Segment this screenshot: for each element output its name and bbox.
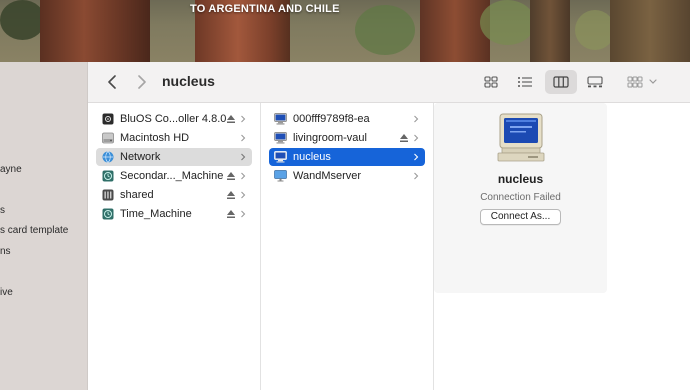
chevron-left-icon (108, 75, 116, 89)
item-label: nucleus (293, 151, 331, 163)
computer-icon (274, 151, 287, 164)
list-item-secondary-machine[interactable]: Secondar..._Machine (96, 167, 252, 185)
item-label: shared (120, 189, 154, 201)
chevron-right-icon (414, 115, 419, 123)
connection-status: Connection Failed (480, 192, 561, 203)
eject-icon[interactable] (226, 171, 236, 181)
list-icon (518, 77, 532, 87)
item-label: Time_Machine (120, 208, 192, 220)
item-label: WandMserver (293, 170, 362, 182)
chevron-right-icon (241, 153, 246, 161)
item-label: Secondar..._Machine (120, 170, 224, 182)
preview-pane: nucleus Connection Failed Connect As... (434, 103, 607, 293)
chevron-right-icon (241, 115, 246, 123)
chevron-right-icon (241, 210, 246, 218)
time-machine-icon (101, 170, 114, 183)
item-label: Network (120, 151, 161, 163)
eject-icon[interactable] (226, 190, 236, 200)
eject-icon[interactable] (226, 209, 236, 219)
group-grid-icon (627, 76, 642, 88)
eject-icon[interactable] (399, 133, 409, 143)
chevron-right-icon (414, 153, 419, 161)
chevron-right-icon (241, 134, 246, 142)
column-browser: BluOS Co...oller 4.8.0 Macintosh HD Netw… (88, 103, 690, 390)
sidebar-item-4[interactable]: ns (0, 246, 11, 257)
monitor-icon (274, 170, 287, 183)
finder-window: ayne s s card template ns ive nucleus Bl… (0, 62, 690, 390)
list-item-macintosh-hd[interactable]: Macintosh HD (96, 129, 252, 147)
item-label: 000fff9789f8-ea (293, 113, 370, 125)
list-item-network[interactable]: Network (96, 148, 252, 166)
list-item-time-machine[interactable]: Time_Machine (96, 205, 252, 223)
gallery-icon (587, 76, 603, 88)
hard-drive-icon (101, 132, 114, 145)
chevron-right-icon (241, 191, 246, 199)
grid-icon (484, 76, 498, 88)
gallery-view-button[interactable] (582, 70, 608, 94)
time-machine-icon (101, 208, 114, 221)
forward-button[interactable] (132, 72, 152, 92)
back-button[interactable] (102, 72, 122, 92)
list-item-wandmserver[interactable]: WandMserver (269, 167, 425, 185)
item-label: livingroom-vaul (293, 132, 367, 144)
server-disk-icon (101, 189, 114, 202)
chevron-down-icon (648, 79, 657, 84)
group-menu-button[interactable] (622, 70, 662, 94)
chevron-right-icon (414, 134, 419, 142)
sidebar: ayne s s card template ns ive (0, 62, 88, 390)
list-item-shared[interactable]: shared (96, 186, 252, 204)
columns-icon (553, 76, 569, 88)
list-view-button[interactable] (512, 70, 538, 94)
globe-icon (101, 151, 114, 164)
wallpaper-caption: TO ARGENTINA AND CHILE (190, 3, 340, 15)
list-item-livingroom-vault[interactable]: livingroom-vaul (269, 129, 425, 147)
desktop-wallpaper: TO ARGENTINA AND CHILE (0, 0, 690, 62)
computer-icon (274, 113, 287, 126)
preview-title: nucleus (497, 172, 544, 186)
disk-image-icon (101, 113, 114, 126)
sidebar-item-2[interactable]: s (0, 205, 5, 216)
icon-view-button[interactable] (478, 70, 504, 94)
list-item-bluos[interactable]: BluOS Co...oller 4.8.0 (96, 110, 252, 128)
computer-icon (274, 132, 287, 145)
crt-computer-icon (497, 113, 545, 162)
list-item-nucleus[interactable]: nucleus (269, 148, 425, 166)
path-title: nucleus (162, 73, 215, 89)
sidebar-item-1[interactable]: ayne (0, 164, 22, 175)
column-view-button[interactable] (545, 70, 577, 94)
item-label: Macintosh HD (120, 132, 190, 144)
eject-icon[interactable] (226, 114, 236, 124)
list-item-000fff9789f8[interactable]: 000fff9789f8-ea (269, 110, 425, 128)
item-label: BluOS Co...oller 4.8.0 (120, 113, 226, 125)
sidebar-item-3[interactable]: s card template (0, 225, 68, 236)
chevron-right-icon (414, 172, 419, 180)
chevron-right-icon (138, 75, 146, 89)
connect-as-button[interactable]: Connect As... (480, 209, 561, 225)
toolbar: nucleus (88, 62, 690, 103)
sidebar-item-5[interactable]: ive (0, 287, 13, 298)
chevron-right-icon (241, 172, 246, 180)
